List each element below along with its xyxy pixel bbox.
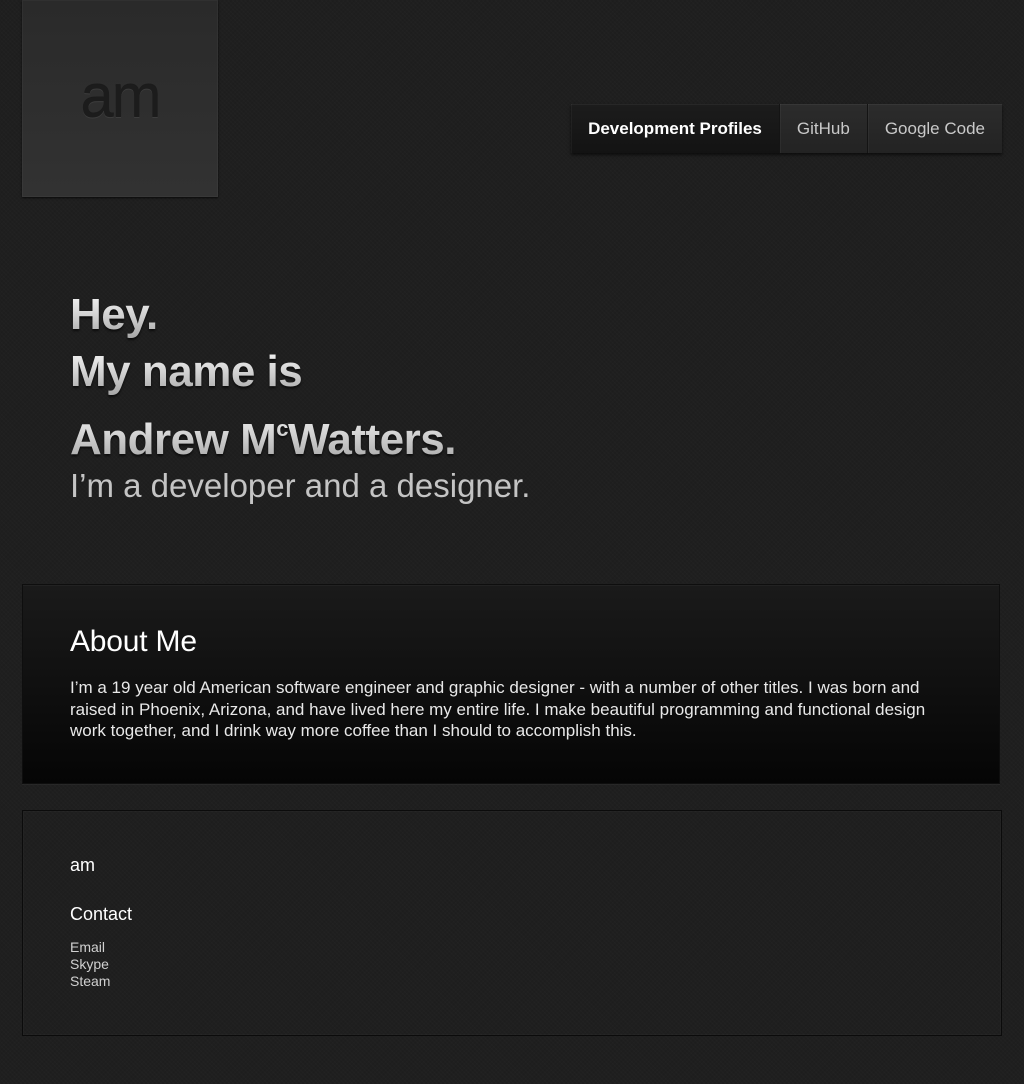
contact-link-steam[interactable]: Steam xyxy=(70,973,954,990)
hero-name-prefix: Andrew M xyxy=(70,415,277,464)
contact-heading: Contact xyxy=(70,904,133,924)
hero-name-suffix: Watters. xyxy=(287,415,456,464)
about-text: I’m a 19 year old American software engi… xyxy=(70,678,926,740)
contact-link-skype[interactable]: Skype xyxy=(70,956,954,973)
hero-name: Andrew McWatters. xyxy=(70,400,530,468)
hero-name-superscript: c xyxy=(276,416,288,441)
hero: Hey. My name is Andrew McWatters. I’m a … xyxy=(70,286,530,506)
footer: am Contact Email Skype Steam xyxy=(22,810,1002,1036)
about-section: About Me I’m a 19 year old American soft… xyxy=(22,584,1000,784)
contact-links: Email Skype Steam xyxy=(70,939,954,990)
about-title: About Me xyxy=(70,625,197,658)
hero-greeting: Hey. xyxy=(70,286,530,343)
nav-development-profiles[interactable]: Development Profiles xyxy=(571,104,779,153)
nav-github[interactable]: GitHub xyxy=(778,104,867,153)
logo-text: am xyxy=(80,63,161,130)
nav-google-code[interactable]: Google Code xyxy=(866,104,1002,153)
hero-subtitle: I’m a developer and a designer. xyxy=(70,467,531,504)
logo-tile[interactable]: am xyxy=(22,0,218,197)
contact-link-email[interactable]: Email xyxy=(70,939,954,956)
top-nav: Development Profiles GitHub Google Code xyxy=(571,104,1002,153)
footer-brand: am xyxy=(70,855,96,875)
hero-intro: My name is xyxy=(70,343,530,400)
